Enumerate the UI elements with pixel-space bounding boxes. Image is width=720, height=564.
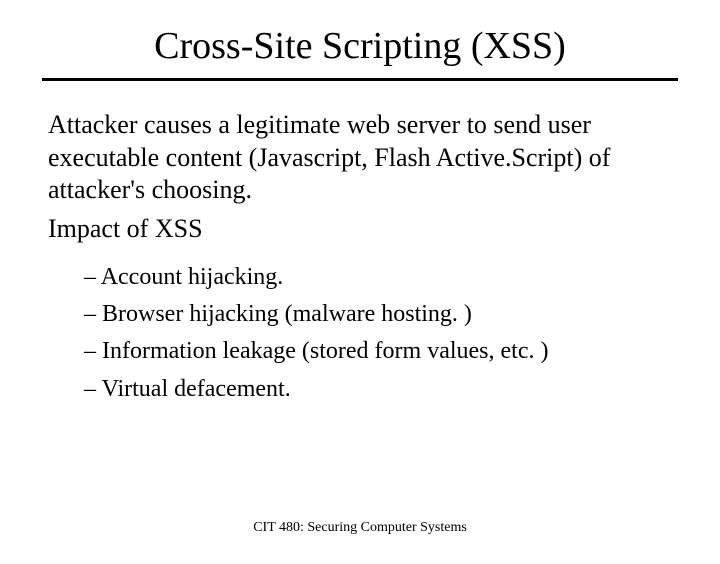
dash-icon: – — [84, 264, 101, 290]
slide: Cross-Site Scripting (XSS) Attacker caus… — [0, 24, 720, 564]
list-item: – Account hijacking. — [84, 259, 672, 296]
impact-list: – Account hijacking. – Browser hijacking… — [84, 259, 672, 408]
slide-body: Attacker causes a legitimate web server … — [48, 109, 672, 408]
list-item-text: Information leakage (stored form values,… — [102, 338, 548, 364]
list-item-text: Virtual defacement. — [102, 376, 291, 402]
list-item: – Information leakage (stored form value… — [84, 333, 672, 370]
list-item-text: Browser hijacking (malware hosting. ) — [102, 301, 472, 327]
intro-paragraph: Attacker causes a legitimate web server … — [48, 109, 672, 207]
dash-icon: – — [84, 338, 102, 364]
dash-icon: – — [84, 376, 102, 402]
dash-icon: – — [84, 301, 102, 327]
slide-footer: CIT 480: Securing Computer Systems — [0, 520, 720, 536]
slide-title: Cross-Site Scripting (XSS) — [0, 24, 720, 68]
title-divider — [42, 78, 678, 81]
impact-heading: Impact of XSS — [48, 213, 672, 246]
list-item-text: Account hijacking. — [101, 264, 284, 290]
list-item: – Virtual defacement. — [84, 371, 672, 408]
list-item: – Browser hijacking (malware hosting. ) — [84, 296, 672, 333]
